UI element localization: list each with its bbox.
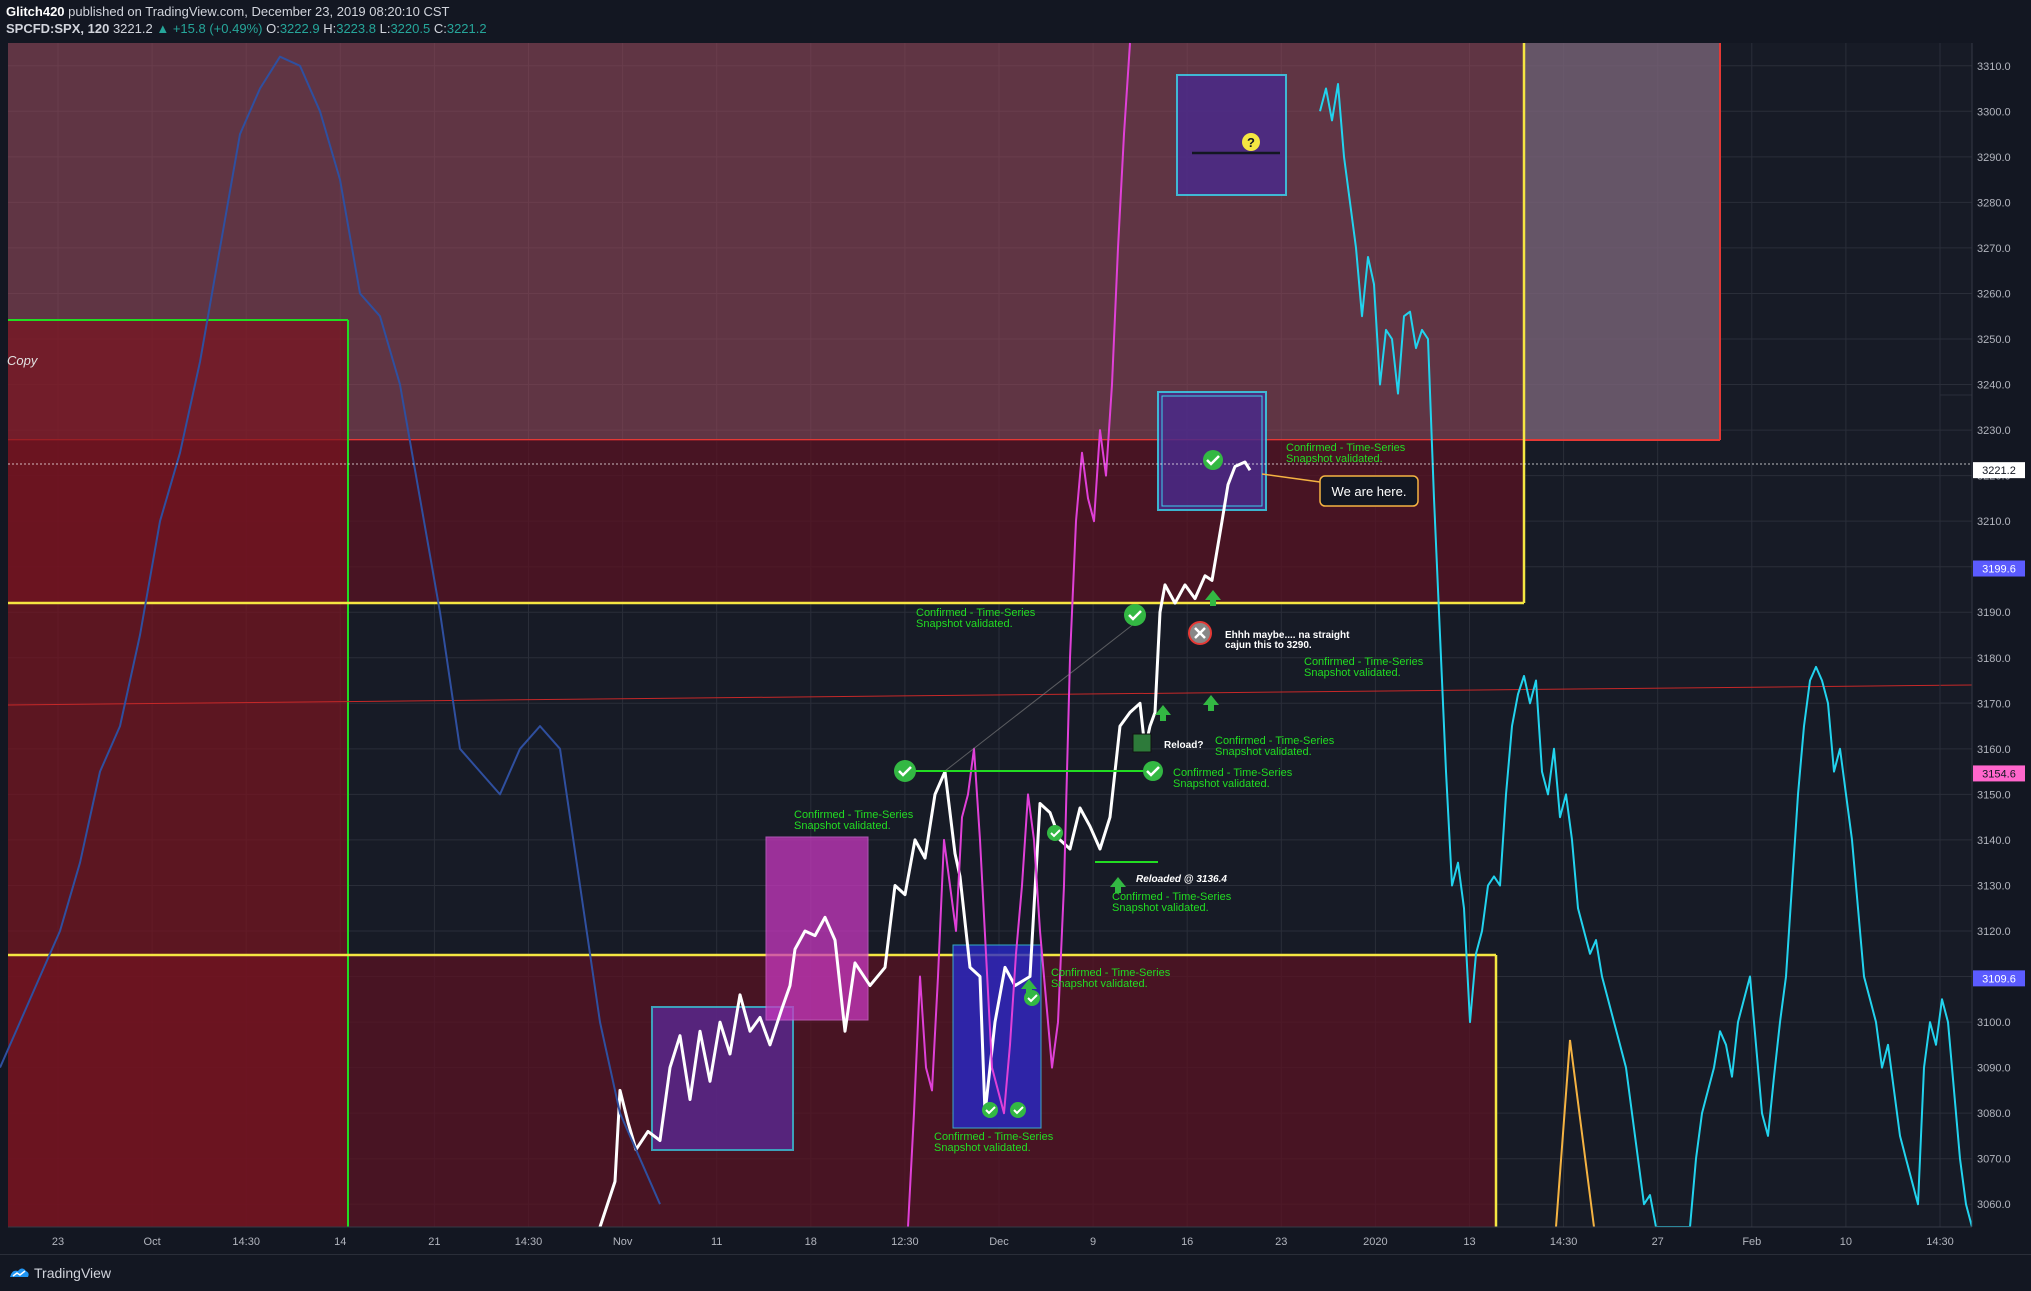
x-tick-label: 11: [711, 1236, 722, 1248]
x-tick-label: 2020: [1363, 1236, 1387, 1248]
y-tick-label: 3160.0: [1977, 744, 2011, 756]
y-tick-label: 3300.0: [1977, 106, 2011, 118]
symbol-line: SPCFD:SPX, 120 3221.2 ▲ +15.8 (+0.49%) O…: [6, 21, 487, 36]
price-tag-label: 3109.6: [1982, 973, 2016, 985]
price-tag-label: 3221.2: [1982, 465, 2016, 477]
footer-brand[interactable]: TradingView: [34, 1265, 111, 1281]
y-tick-label: 3250.0: [1977, 334, 2011, 346]
confirmed-line2: Snapshot validated.: [934, 1142, 1031, 1154]
y-tick-label: 3270.0: [1977, 243, 2011, 255]
symbol-name[interactable]: SPCFD:SPX, 120: [6, 21, 109, 36]
x-tick-label: 23: [1275, 1236, 1287, 1248]
y-tick-label: 3140.0: [1977, 835, 2011, 847]
open-value: 3222.9: [279, 21, 320, 36]
y-tick-label: 3290.0: [1977, 152, 2011, 164]
up-arrow-icon: ▲: [156, 21, 170, 36]
ehhh-line2: cajun this to 3290.: [1225, 640, 1312, 651]
chart-header: Glitch420 published on TradingView.com, …: [0, 0, 2031, 40]
reload-square-icon: [1132, 733, 1152, 753]
y-tick-label: 3120.0: [1977, 926, 2011, 938]
open-label: O:: [266, 21, 280, 36]
last-price: 3221.2: [112, 21, 153, 36]
x-tick-label: 23: [52, 1236, 64, 1248]
y-tick-label: 3150.0: [1977, 789, 2011, 801]
price-tag-label: 3199.6: [1982, 564, 2016, 576]
upper-grey-zone: [1524, 43, 1720, 440]
y-tick-label: 3070.0: [1977, 1154, 2011, 1166]
x-tick-label: 18: [805, 1236, 817, 1248]
magenta-box: [765, 836, 869, 1021]
x-tick-label: 9: [1090, 1236, 1096, 1248]
y-tick-label: 3190.0: [1977, 607, 2011, 619]
x-tick-label: 14:30: [1926, 1236, 1954, 1248]
x-tick-label: 14:30: [232, 1236, 260, 1248]
x-tick-label: 16: [1181, 1236, 1193, 1248]
confirmed-line2: Snapshot validated.: [794, 820, 891, 832]
x-tick-label: 14:30: [1550, 1236, 1578, 1248]
confirmed-line2: Snapshot validated.: [916, 618, 1013, 630]
tradingview-logo-icon[interactable]: [8, 1265, 30, 1281]
y-tick-label: 3130.0: [1977, 880, 2011, 892]
question-mark: ?: [1247, 135, 1255, 150]
check-circle-icon: [1203, 450, 1223, 470]
confirmed-line2: Snapshot validated.: [1286, 453, 1383, 465]
published-text: published on TradingView.com, December 2…: [68, 4, 450, 19]
x-tick-label: 27: [1652, 1236, 1664, 1248]
we-are-here-label: We are here.: [1332, 484, 1407, 499]
left-red-zone: [8, 320, 348, 1227]
y-tick-label: 3060.0: [1977, 1199, 2011, 1211]
y-tick-label: 3170.0: [1977, 698, 2011, 710]
confirmed-line2: Snapshot validated.: [1215, 746, 1312, 758]
x-tick-label: 21: [428, 1236, 440, 1248]
y-tick-label: 3180.0: [1977, 653, 2011, 665]
confirmed-line2: Snapshot validated.: [1051, 978, 1148, 990]
x-tick-label: 14:30: [515, 1236, 543, 1248]
y-tick-label: 3080.0: [1977, 1108, 2011, 1120]
low-value: 3220.5: [390, 21, 431, 36]
confirmed-line2: Snapshot validated.: [1304, 667, 1401, 679]
reload-question: Reload?: [1164, 740, 1203, 751]
y-tick-label: 3280.0: [1977, 197, 2011, 209]
time-axis[interactable]: [0, 1227, 2031, 1254]
check-circle-icon: [982, 1102, 998, 1118]
close-value: 3221.2: [446, 21, 487, 36]
confirmed-line2: Snapshot validated.: [1112, 902, 1209, 914]
y-tick-label: 3310.0: [1977, 61, 2011, 73]
check-circle-icon: [1047, 825, 1063, 841]
y-tick-label: 3240.0: [1977, 380, 2011, 392]
check-circle-icon: [894, 760, 916, 782]
confirmed-line2: Snapshot validated.: [1173, 778, 1270, 790]
x-tick-label: Oct: [144, 1236, 161, 1248]
blue-box-dec: [952, 944, 1042, 1129]
y-tick-label: 3100.0: [1977, 1017, 2011, 1029]
y-tick-label: 3260.0: [1977, 288, 2011, 300]
footer: TradingView: [0, 1254, 2031, 1291]
check-circle-icon: [1124, 604, 1146, 626]
x-tick-label: 12:30: [891, 1236, 919, 1248]
price-chart[interactable]: ? Copy We are here. Confirmed - Time-Ser…: [0, 40, 2031, 1254]
publisher-line: Glitch420 published on TradingView.com, …: [6, 4, 450, 19]
x-tick-label: 14: [334, 1236, 346, 1248]
close-label: C:: [433, 21, 447, 36]
check-circle-icon: [1143, 761, 1163, 781]
x-tick-label: 10: [1840, 1236, 1852, 1248]
check-circle-icon: [1010, 1102, 1026, 1118]
copy-label: Copy: [7, 353, 39, 368]
x-tick-label: 13: [1463, 1236, 1475, 1248]
x-tick-label: Dec: [989, 1236, 1009, 1248]
price-tag-label: 3154.6: [1982, 768, 2016, 780]
price-change: +15.8 (+0.49%): [172, 21, 263, 36]
high-value: 3223.8: [336, 21, 376, 36]
x-tick-label: Nov: [613, 1236, 633, 1248]
y-tick-label: 3090.0: [1977, 1063, 2011, 1075]
x-tick-label: Feb: [1742, 1236, 1761, 1248]
reloaded-label: Reloaded @ 3136.4: [1136, 874, 1227, 885]
high-label: H:: [323, 21, 337, 36]
y-tick-label: 3210.0: [1977, 516, 2011, 528]
low-label: L:: [379, 21, 391, 36]
y-tick-label: 3230.0: [1977, 425, 2011, 437]
publisher-name[interactable]: Glitch420: [6, 4, 65, 19]
target-box: [1176, 74, 1287, 196]
